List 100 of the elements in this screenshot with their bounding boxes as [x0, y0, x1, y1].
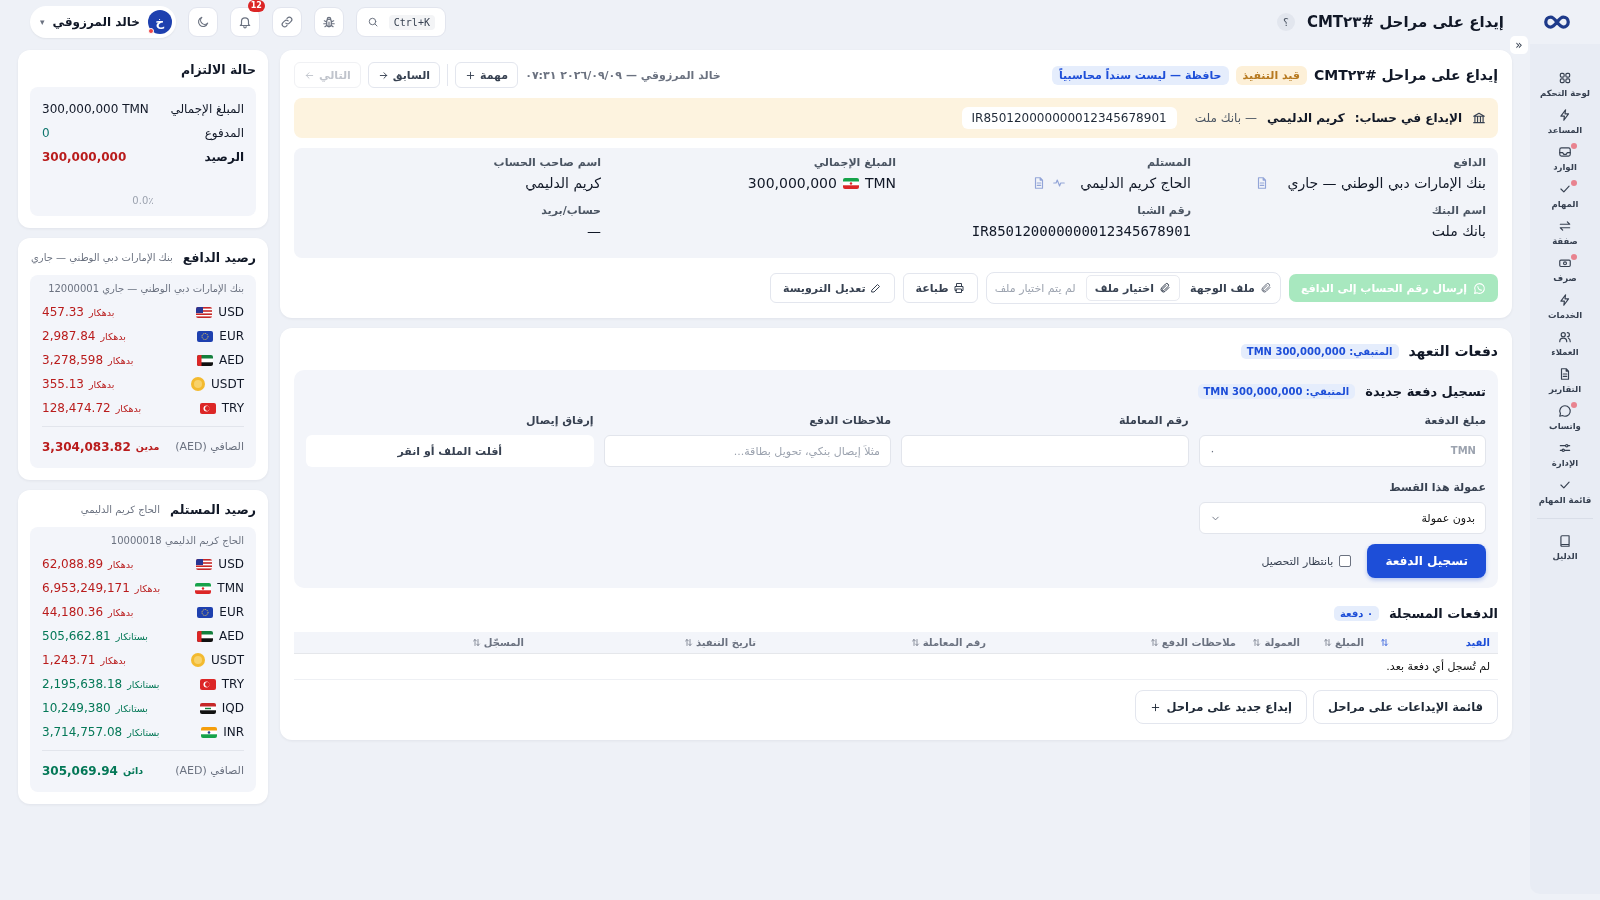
- select-field[interactable]: بدون عمولة: [1198, 502, 1486, 534]
- bank-name: — بانك ملت: [1194, 111, 1257, 125]
- collapse-button[interactable]: «: [1510, 36, 1528, 54]
- flag-icon: [199, 702, 216, 714]
- column-header[interactable]: تاريخ التنفيذ: [532, 637, 764, 648]
- new-deposit-button[interactable]: إيداع جديد على مراحل: [1135, 690, 1308, 724]
- input-field[interactable]: [901, 435, 1189, 467]
- bug-button[interactable]: [313, 7, 344, 37]
- sidebar-item[interactable]: المساعد: [1547, 103, 1583, 140]
- sidebar-item[interactable]: واتساب: [1549, 399, 1581, 436]
- bug-icon: [321, 15, 336, 29]
- sidebar-item[interactable]: صرف: [1553, 251, 1577, 288]
- currency-code: AED: [218, 353, 244, 367]
- card-title: رصيد المستلم: [169, 502, 256, 517]
- reports-icon: [1558, 367, 1572, 381]
- column-header[interactable]: المسجّل: [294, 637, 532, 648]
- progress-reading: 0.0٪: [131, 195, 155, 206]
- pulse-icon: [1052, 176, 1067, 190]
- flag-icon: [196, 558, 213, 570]
- file-status: لم يتم اختيار ملف: [994, 281, 1076, 295]
- help-icon[interactable]: ؟: [1276, 13, 1295, 31]
- search-button[interactable]: Ctrl+K: [355, 7, 446, 37]
- add-task-button[interactable]: مهمة: [455, 62, 519, 88]
- currency-code: TRY: [221, 401, 244, 415]
- summary-value: 300,000,000 TMN: [42, 102, 149, 116]
- detail-value: —: [587, 223, 601, 239]
- flag-icon: [199, 678, 216, 690]
- input-field[interactable]: مثلاً إيصال بنكي، تحويل بطاقة...: [603, 435, 891, 467]
- balance-amount: 6,953,249,171: [42, 581, 130, 595]
- card-title: دفعات التعهد: [1408, 343, 1498, 359]
- link-button[interactable]: [271, 7, 302, 37]
- card-title: إيداع على مراحل #CMT٢٣: [1314, 67, 1498, 83]
- previous-button[interactable]: السابق: [367, 62, 441, 88]
- inbox-icon: [1558, 145, 1572, 159]
- sidebar-item[interactable]: التقارير: [1548, 362, 1582, 399]
- file-label: ملف الوجهة: [1190, 281, 1272, 295]
- services-icon: [1558, 293, 1572, 307]
- detail-label: المبلغ الإجمالي: [812, 156, 896, 169]
- sidebar-item[interactable]: الوارد: [1553, 140, 1577, 177]
- currency-code: INR: [223, 725, 244, 739]
- bank-icon: [1472, 111, 1486, 125]
- sidebar-item[interactable]: الخدمات: [1547, 288, 1583, 325]
- currency-code: USD: [218, 557, 244, 571]
- file-picker[interactable]: ملف الوجهة اختيار ملف لم يتم اختيار ملف: [985, 272, 1281, 304]
- column-header[interactable]: القيد: [1372, 637, 1498, 648]
- section-title: تسجيل دفعة جديدة: [1365, 383, 1486, 399]
- column-header[interactable]: رقم المعاملة: [764, 637, 994, 648]
- flag-icon: [196, 630, 213, 642]
- card-title: حالة الالتزام: [180, 62, 256, 77]
- user-menu[interactable]: خ خالد المرزوقي ▾: [30, 6, 176, 38]
- arrow-icon: [304, 69, 315, 81]
- clients-icon: [1558, 330, 1572, 344]
- sidebar-item[interactable]: الدليل: [1537, 518, 1593, 566]
- flag-icon: [199, 402, 216, 414]
- print-button[interactable]: طباعة: [902, 273, 978, 303]
- column-header[interactable]: المبلغ: [1308, 637, 1372, 648]
- sidebar-item[interactable]: المهام: [1551, 177, 1579, 214]
- plus-icon: [465, 69, 477, 81]
- column-header[interactable]: العمولة: [1244, 637, 1308, 648]
- choose-file-button[interactable]: اختيار ملف: [1085, 275, 1181, 301]
- deposit-list-button[interactable]: قائمة الإيداعات على مراحل: [1313, 690, 1498, 724]
- search-icon: [366, 16, 379, 28]
- currency-code: IQD: [221, 701, 244, 715]
- detail-label: الدافع: [1452, 156, 1486, 169]
- checkbox[interactable]: [1339, 555, 1352, 567]
- notification-badge: 12: [247, 0, 265, 12]
- balance-side: بدهكار: [100, 654, 126, 666]
- edit-header-button[interactable]: تعديل الترويسة: [770, 273, 895, 303]
- section-title: الدفعات المسجلة: [1389, 605, 1498, 621]
- payout-icon: [1558, 256, 1572, 270]
- net-amount: 3,304,083.82: [42, 439, 131, 454]
- sort-icon: [910, 638, 920, 647]
- balance-amount: 3,714,757.08: [42, 725, 123, 739]
- balance-side: بدهكار: [108, 606, 134, 618]
- account-line: بنك الإمارات دبي الوطني — جاري 12000001: [47, 283, 244, 294]
- paperclip-icon: [1159, 282, 1172, 294]
- info-badge: حافظة — ليست سنداً محاسبياً: [1051, 65, 1229, 85]
- balance-amount: 2,195,638.18: [42, 677, 123, 691]
- link-icon: [279, 15, 294, 29]
- balance-amount: 1,243.71: [42, 653, 96, 667]
- theme-button[interactable]: [187, 7, 218, 37]
- balance-amount: 355.13: [42, 377, 84, 391]
- notifications-button[interactable]: [229, 7, 260, 37]
- summary-label: الرصيد: [204, 150, 244, 164]
- sidebar-item[interactable]: صفقة: [1552, 214, 1578, 251]
- column-header[interactable]: ملاحظات الدفع: [994, 637, 1244, 648]
- status-badge: قيد التنفيذ: [1235, 65, 1308, 85]
- sidebar-item[interactable]: الإدارة: [1551, 436, 1579, 473]
- sidebar-item[interactable]: قائمة المهام: [1538, 473, 1592, 510]
- file-drop-zone[interactable]: أفلت الملف أو انقر: [306, 435, 594, 467]
- deal-icon: [1558, 219, 1572, 233]
- balance-amount: 44,180.36: [42, 605, 104, 619]
- sidebar-item[interactable]: العملاء: [1551, 325, 1579, 362]
- flag-icon: [197, 606, 214, 618]
- sidebar-item[interactable]: لوحة التحكم: [1539, 66, 1591, 103]
- currency-code: TRY: [221, 677, 244, 691]
- whatsapp-icon: [1473, 281, 1486, 295]
- field-label: رقم المعاملة: [1117, 414, 1189, 427]
- submit-button[interactable]: تسجيل الدفعة: [1367, 544, 1486, 578]
- shortcut-key: Ctrl+K: [388, 14, 435, 30]
